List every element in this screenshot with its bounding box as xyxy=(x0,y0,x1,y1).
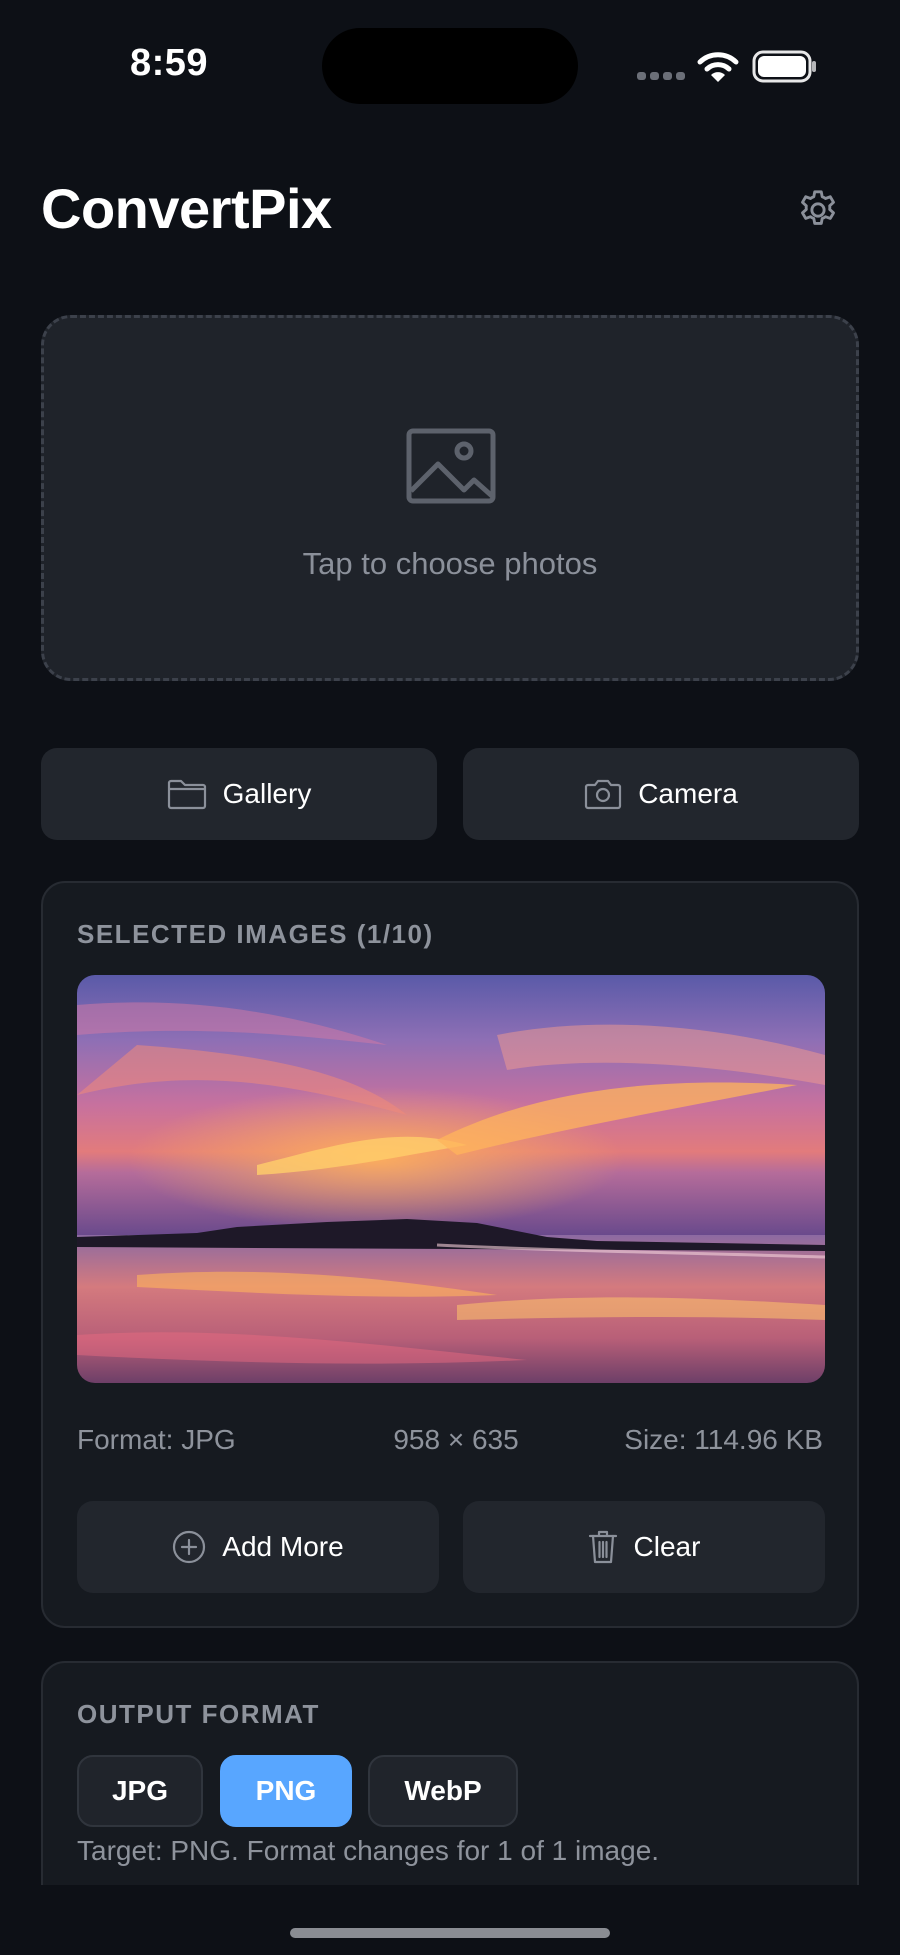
bottom-safe-area xyxy=(0,1885,900,1955)
target-format-text: Target: PNG. Format changes for 1 of 1 i… xyxy=(77,1835,660,1866)
format-option-webp[interactable]: WebP xyxy=(368,1755,518,1827)
selected-images-title: SELECTED IMAGES (1/10) xyxy=(77,919,434,949)
gallery-button-label: Gallery xyxy=(222,778,312,809)
dropzone-text: Tap to choose photos xyxy=(302,546,598,581)
trash-icon xyxy=(588,1529,618,1565)
sunset-photo xyxy=(77,975,825,1383)
app-screen: 8:59 ConvertPix Tap to choose photos Gal… xyxy=(0,0,900,1955)
image-size: Size: 114.96 KB xyxy=(624,1424,823,1455)
output-format-title: OUTPUT FORMAT xyxy=(77,1699,320,1729)
photo-drop-zone[interactable]: Tap to choose photos xyxy=(41,315,859,681)
clear-label: Clear xyxy=(633,1531,701,1562)
wifi-icon xyxy=(697,52,739,82)
selected-images-card: SELECTED IMAGES (1/10) Format: JPG 958 ×… xyxy=(41,881,859,1628)
home-indicator[interactable] xyxy=(290,1928,610,1938)
format-option-jpg[interactable]: JPG xyxy=(77,1755,203,1827)
add-more-label: Add More xyxy=(222,1531,344,1562)
camera-icon xyxy=(584,778,622,810)
dynamic-island xyxy=(322,28,578,104)
battery-icon xyxy=(752,50,816,83)
photo-icon xyxy=(406,428,496,504)
add-more-button[interactable]: Add More xyxy=(77,1501,439,1593)
status-time: 8:59 xyxy=(130,42,209,84)
gallery-button[interactable]: Gallery xyxy=(41,748,437,840)
image-preview[interactable] xyxy=(77,975,825,1383)
camera-button[interactable]: Camera xyxy=(463,748,859,840)
add-circle-icon xyxy=(172,1530,206,1564)
format-option-png[interactable]: PNG xyxy=(220,1755,352,1827)
camera-button-label: Camera xyxy=(638,778,738,809)
app-title: ConvertPix xyxy=(41,177,332,240)
clear-button[interactable]: Clear xyxy=(463,1501,825,1593)
cellular-signal-icon xyxy=(637,72,685,80)
status-bar: 8:59 xyxy=(0,0,900,130)
gear-icon xyxy=(801,190,835,225)
folder-icon xyxy=(167,778,207,810)
settings-button[interactable] xyxy=(792,184,844,236)
